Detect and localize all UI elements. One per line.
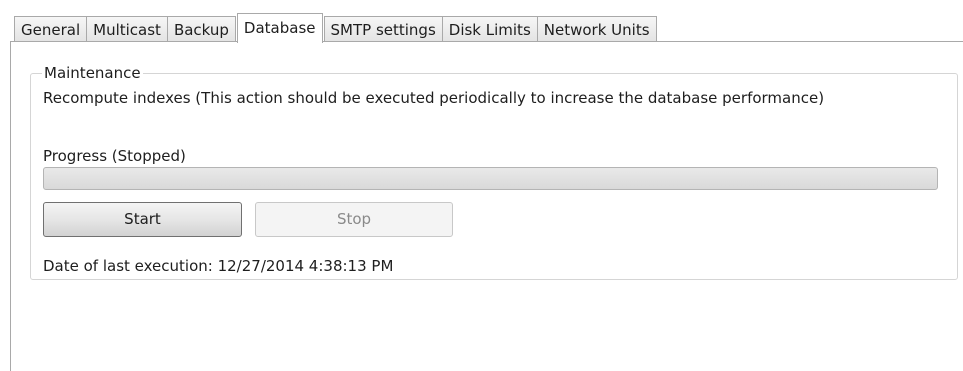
- tab-disk-limits[interactable]: Disk Limits: [441, 16, 538, 42]
- progress-status-label: Progress (Stopped): [43, 147, 186, 165]
- tab-database[interactable]: Database: [236, 13, 323, 43]
- tab-general[interactable]: General: [14, 16, 88, 42]
- maintenance-group-title: Maintenance: [42, 63, 143, 83]
- recompute-indexes-description: Recompute indexes (This action should be…: [43, 89, 825, 107]
- tab-smtp-settings[interactable]: SMTP settings: [323, 16, 443, 42]
- tab-multicast[interactable]: Multicast: [86, 16, 168, 42]
- tab-network-units[interactable]: Network Units: [536, 16, 657, 42]
- last-execution-date: Date of last execution: 12/27/2014 4:38:…: [43, 257, 394, 275]
- tab-strip: General Multicast Backup Database SMTP s…: [14, 13, 657, 43]
- stop-button[interactable]: Stop: [255, 202, 453, 237]
- start-button[interactable]: Start: [43, 202, 242, 237]
- progress-bar: [43, 167, 938, 190]
- tab-backup[interactable]: Backup: [166, 16, 236, 42]
